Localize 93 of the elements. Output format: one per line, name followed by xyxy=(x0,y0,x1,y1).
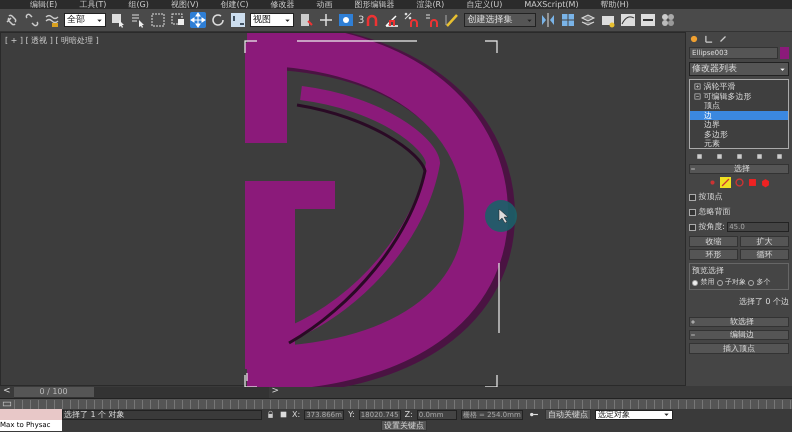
coordinate-dropdown[interactable]: 视图 xyxy=(250,13,294,27)
manipulate-icon[interactable] xyxy=(338,12,354,28)
pivot-icon[interactable] xyxy=(298,12,314,28)
modifier-stack-item[interactable]: 涡轮平滑 xyxy=(690,82,788,92)
pencil-icon[interactable] xyxy=(444,12,460,28)
next-frame-button[interactable]: > xyxy=(268,385,282,399)
status-message: 选择了 1 个 对象 xyxy=(62,410,262,420)
collapse-icon[interactable] xyxy=(690,166,696,172)
crosshair-icon[interactable] xyxy=(318,12,334,28)
color-swatch[interactable] xyxy=(780,47,789,59)
caret-icon[interactable] xyxy=(662,411,670,418)
axis-label: Y: xyxy=(348,408,355,420)
menu-item[interactable]: 视图(V) xyxy=(170,0,199,9)
menu-item[interactable]: 工具(T) xyxy=(79,0,106,9)
move-icon[interactable] xyxy=(190,12,206,28)
modifier-stack-item[interactable]: 边界 xyxy=(690,120,788,130)
menu-item[interactable]: 图形编辑器 xyxy=(354,0,394,9)
material-icon[interactable] xyxy=(660,12,676,28)
rollout-button[interactable]: 循环 xyxy=(740,249,789,260)
filter-dropdown[interactable]: 全部 xyxy=(64,13,106,27)
menu-item[interactable]: 自定义(U) xyxy=(466,0,502,9)
caret-icon[interactable] xyxy=(284,16,291,24)
absolute-mode-icon[interactable] xyxy=(279,410,288,419)
cursor-icon[interactable] xyxy=(110,12,126,28)
auto-key-button[interactable]: 自动关键点 xyxy=(544,409,591,420)
collapse-icon[interactable] xyxy=(690,332,696,338)
key-filter-dropdown[interactable]: 选定对象 xyxy=(594,410,673,420)
modifier-stack-item[interactable]: 元素 xyxy=(690,139,788,148)
menu-item[interactable]: 修改器 xyxy=(270,0,294,9)
snap-toggle[interactable]: 3 xyxy=(358,12,364,28)
checkbox[interactable] xyxy=(689,194,696,200)
insert-vertex-button[interactable]: 插入顶点 xyxy=(689,342,789,354)
modifier-stack-item[interactable]: 多边形 xyxy=(690,130,788,139)
edge-subobject-icon[interactable] xyxy=(720,177,732,188)
percent-snap-icon[interactable] xyxy=(404,12,420,28)
scale-icon[interactable] xyxy=(230,12,246,28)
selection-set-dropdown[interactable]: 创建选择集 xyxy=(464,13,536,27)
time-slider-thumb[interactable]: 0 / 100 xyxy=(14,386,94,396)
rotate-icon[interactable] xyxy=(210,12,226,28)
radio-button[interactable] xyxy=(692,280,698,286)
spinner-snap-icon[interactable] xyxy=(424,12,440,28)
caret-icon[interactable] xyxy=(96,16,103,24)
checkbox[interactable] xyxy=(689,208,696,216)
rollout-button[interactable]: 扩大 xyxy=(740,236,789,247)
collapse-icon[interactable] xyxy=(694,92,701,100)
group-title: 预览选择 xyxy=(692,265,725,278)
menu-item[interactable]: 组(G) xyxy=(128,0,149,9)
previous-frame-button[interactable]: < xyxy=(0,385,14,399)
rollout-header[interactable]: 选择 xyxy=(689,164,789,174)
list-cursor-icon[interactable] xyxy=(130,12,146,28)
menu-item[interactable]: 渲染(R) xyxy=(416,0,444,9)
modifier-stack-item[interactable]: 边 xyxy=(690,110,788,120)
checkbox-label: 按角度: xyxy=(698,221,725,233)
axis-label: Z: xyxy=(404,408,413,420)
modify-tab-icon[interactable] xyxy=(704,34,714,44)
rollout-button[interactable]: 收缩 xyxy=(689,236,738,247)
align-icon[interactable] xyxy=(560,12,576,28)
unlink-icon[interactable] xyxy=(24,12,40,28)
layers-icon[interactable] xyxy=(580,12,596,28)
lock-icon[interactable] xyxy=(266,410,275,419)
expand-icon[interactable] xyxy=(694,83,701,90)
set-key-button[interactable]: 设置关键点 xyxy=(381,420,427,431)
expand-icon[interactable] xyxy=(690,318,696,325)
rollout-button[interactable]: 环形 xyxy=(689,249,738,260)
menu-item[interactable]: 动画 xyxy=(316,0,332,9)
selection-status: 选择了 0 个边 xyxy=(738,296,789,308)
menu-item[interactable]: 帮助(H) xyxy=(600,0,629,9)
checkbox-label: 按顶点 xyxy=(698,191,722,203)
rollout-header[interactable]: 编辑边 xyxy=(689,330,789,340)
caret-icon[interactable] xyxy=(779,66,786,72)
menu-item[interactable]: MAXScript(M) xyxy=(524,0,579,9)
modifier-stack-item[interactable]: 可编辑多边形 xyxy=(690,92,788,101)
hierarchy-tab-icon[interactable] xyxy=(718,34,728,44)
dashed-rectangle-icon[interactable] xyxy=(150,12,166,28)
menu-item[interactable]: 编辑(E) xyxy=(30,0,58,9)
window-crossing-icon[interactable] xyxy=(170,12,186,28)
create-tab-icon[interactable] xyxy=(689,34,699,44)
mirror-icon[interactable] xyxy=(540,12,556,28)
checkbox[interactable] xyxy=(689,224,696,230)
schematic-icon[interactable] xyxy=(640,12,656,28)
menu-item[interactable]: 创建(C) xyxy=(220,0,248,9)
modifier-stack-item[interactable]: 顶点 xyxy=(690,101,788,110)
script-listener-field[interactable] xyxy=(0,409,62,420)
curve-editor-icon[interactable] xyxy=(620,12,636,28)
radio-button[interactable] xyxy=(748,280,754,286)
checkbox-label: 忽略背面 xyxy=(698,206,730,218)
modifier-list-dropdown[interactable]: 修改器列表 xyxy=(689,62,789,76)
radio-button[interactable] xyxy=(716,280,722,286)
viewport-label[interactable]: [ + ] [ 透视 ] [ 明暗处理 ] xyxy=(5,35,99,47)
axis-label: X: xyxy=(292,408,300,420)
rollout-header[interactable]: 软选择 xyxy=(689,316,789,327)
wave-icon[interactable] xyxy=(44,12,60,28)
mouse-cursor-icon xyxy=(485,200,517,232)
